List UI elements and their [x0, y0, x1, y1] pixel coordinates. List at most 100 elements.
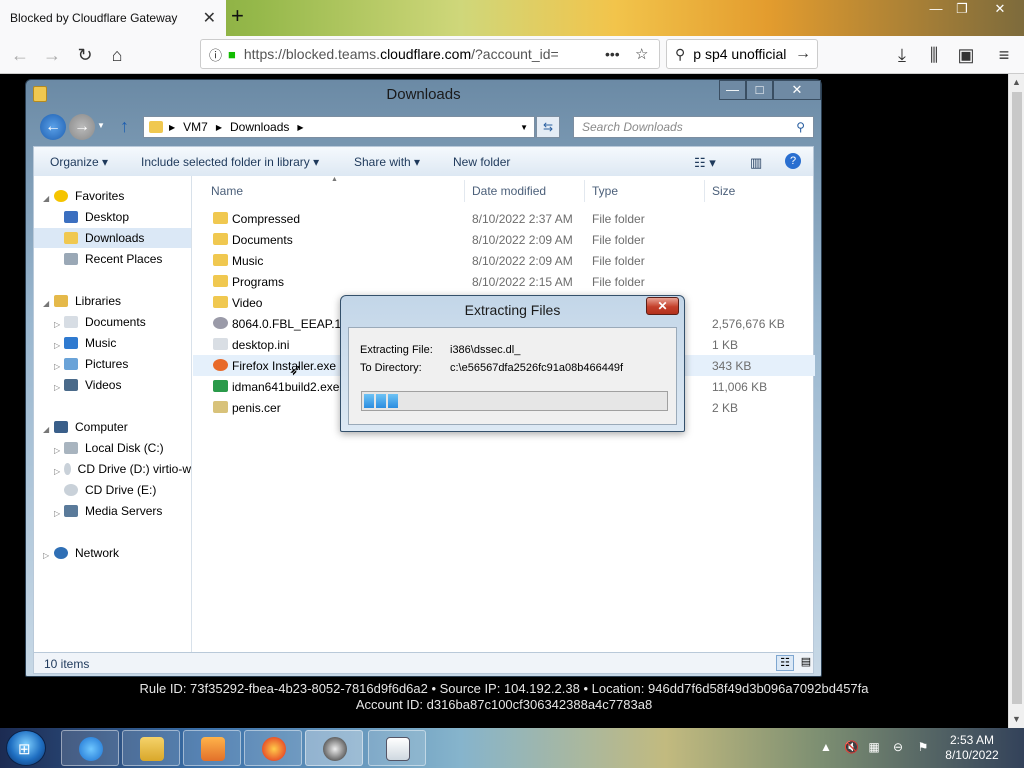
table-row[interactable]: Documents 8/10/2022 2:09 AM File folder	[193, 229, 815, 250]
nav-documents[interactable]: Documents	[64, 312, 146, 332]
expand-videos-icon[interactable]: ▷	[54, 383, 60, 392]
search-go-icon[interactable]: →	[795, 45, 811, 63]
large-icons-view-icon[interactable]: ▤	[798, 655, 814, 671]
recent-pages-chevron-icon[interactable]: ▼	[97, 121, 105, 130]
expand-favorites-icon[interactable]: ◢	[43, 194, 49, 203]
column-header-size[interactable]: Size	[712, 184, 735, 198]
expand-media-servers-icon[interactable]: ▷	[54, 509, 60, 518]
taskbar-extractor[interactable]	[305, 730, 363, 766]
expand-pictures-icon[interactable]: ▷	[54, 362, 60, 371]
column-header-date[interactable]: Date modified	[472, 184, 546, 198]
nav-media-servers[interactable]: Media Servers	[64, 501, 162, 521]
hamburger-icon[interactable]: ≡	[990, 42, 1018, 68]
nav-music[interactable]: Music	[64, 333, 116, 353]
nav-desktop[interactable]: Desktop	[64, 207, 129, 227]
taskbar-internet-explorer[interactable]	[61, 730, 119, 766]
forward-icon[interactable]: →	[38, 42, 66, 68]
new-folder-button[interactable]: New folder	[453, 155, 510, 169]
page-actions-icon[interactable]: •••	[605, 46, 620, 62]
close-window-icon[interactable]: ✕	[773, 80, 821, 100]
dialog-close-icon[interactable]: ✕	[646, 297, 679, 315]
column-separator[interactable]	[704, 180, 705, 202]
breadcrumb-separator-icon[interactable]: ▶	[216, 123, 222, 132]
column-separator[interactable]	[464, 180, 465, 202]
taskbar-explorer[interactable]	[122, 730, 180, 766]
search-downloads-input[interactable]: Search Downloads ⚲	[573, 116, 814, 138]
page-scrollbar[interactable]: ▲ ▼	[1008, 74, 1024, 728]
taskbar-installer[interactable]	[368, 730, 426, 766]
network-tray-icon[interactable]: ▦	[867, 740, 881, 754]
share-with-button[interactable]: Share with ▾	[354, 155, 420, 169]
scroll-up-icon[interactable]: ▲	[1012, 77, 1021, 87]
forward-arrow-icon[interactable]: →	[69, 114, 95, 140]
nav-downloads[interactable]: Downloads	[34, 228, 191, 248]
help-icon[interactable]: ?	[785, 153, 801, 169]
expand-local-disk-icon[interactable]: ▷	[54, 446, 60, 455]
new-tab-icon[interactable]: +	[231, 3, 244, 29]
star-icon[interactable]: ☆	[635, 45, 648, 63]
expand-cd-d-icon[interactable]: ▷	[54, 467, 60, 476]
nav-favorites[interactable]: Favorites	[54, 186, 124, 206]
expand-documents-icon[interactable]: ▷	[54, 320, 60, 329]
nav-network[interactable]: Network	[54, 543, 119, 563]
column-header-type[interactable]: Type	[592, 184, 618, 198]
breadcrumb-separator-icon[interactable]: ▶	[169, 123, 175, 132]
expand-libraries-icon[interactable]: ◢	[43, 299, 49, 308]
nav-cd-drive-e[interactable]: CD Drive (E:)	[64, 480, 156, 500]
nav-videos[interactable]: Videos	[64, 375, 121, 395]
download-icon[interactable]: ⤓	[888, 42, 916, 68]
nav-local-disk[interactable]: Local Disk (C:)	[64, 438, 164, 458]
view-options-icon[interactable]: ☷ ▾	[694, 155, 716, 171]
up-arrow-icon[interactable]: ↑	[120, 116, 129, 137]
address-bar[interactable]: ▶ VM7 ▶ Downloads ▶ ▼	[143, 116, 535, 138]
lock-icon[interactable]: ■	[228, 47, 236, 62]
breadcrumb-separator-icon[interactable]: ▶	[297, 123, 303, 132]
minimize-icon[interactable]: —	[719, 80, 746, 100]
expand-network-icon[interactable]: ▷	[43, 551, 49, 560]
start-button[interactable]: ⊞	[6, 730, 46, 766]
action-center-icon[interactable]: ⚑	[916, 740, 930, 754]
sidebar-icon[interactable]: ▣	[952, 42, 980, 68]
breadcrumb-vm7[interactable]: VM7	[183, 120, 208, 134]
address-dropdown-icon[interactable]: ▼	[520, 123, 528, 132]
close-browser-icon[interactable]: ✕	[984, 1, 1016, 19]
nav-pictures[interactable]: Pictures	[64, 354, 128, 374]
reload-icon[interactable]: ↻	[71, 42, 99, 68]
scroll-down-icon[interactable]: ▼	[1012, 714, 1021, 724]
search-bar[interactable]: ⚲ p sp4 unofficial →	[666, 39, 818, 69]
column-header-name[interactable]: Name	[211, 184, 243, 198]
nav-recent-places[interactable]: Recent Places	[64, 249, 162, 269]
library-icon[interactable]: ⫼	[920, 42, 948, 68]
home-icon[interactable]: ⌂	[103, 42, 131, 68]
table-row[interactable]: Music 8/10/2022 2:09 AM File folder	[193, 250, 815, 271]
back-arrow-icon[interactable]: ←	[40, 114, 66, 140]
volume-muted-icon[interactable]: 🔇	[844, 740, 859, 754]
organize-button[interactable]: Organize ▾	[50, 155, 108, 169]
table-row[interactable]: Programs 8/10/2022 2:15 AM File folder	[193, 271, 815, 292]
nav-cd-drive-d[interactable]: CD Drive (D:) virtio-w	[64, 459, 191, 479]
expand-music-icon[interactable]: ▷	[54, 341, 60, 350]
column-separator[interactable]	[584, 180, 585, 202]
show-hidden-icons-icon[interactable]: ▲	[819, 740, 833, 754]
url-bar[interactable]: ⓘ ■ https://blocked.teams. cloudflare.com…	[200, 39, 660, 69]
nav-libraries[interactable]: Libraries	[54, 291, 121, 311]
details-view-icon[interactable]: ☷	[776, 655, 794, 671]
restore-browser-icon[interactable]: ❐	[946, 1, 978, 19]
taskbar-firefox[interactable]	[244, 730, 302, 766]
scrollbar-thumb[interactable]	[1012, 92, 1022, 704]
clock[interactable]: 2:53 AM 8/10/2022	[940, 733, 1004, 763]
expand-computer-icon[interactable]: ◢	[43, 425, 49, 434]
info-icon[interactable]: ⓘ	[209, 45, 222, 64]
breadcrumb-downloads[interactable]: Downloads	[230, 120, 289, 134]
close-tab-icon[interactable]: ✕	[203, 8, 216, 28]
power-icon[interactable]: ⊖	[891, 740, 905, 754]
taskbar-media-player[interactable]	[183, 730, 241, 766]
browser-tab[interactable]: Blocked by Cloudflare Gateway ✕	[0, 0, 226, 36]
nav-computer[interactable]: Computer	[54, 417, 128, 437]
include-in-library-button[interactable]: Include selected folder in library ▾	[141, 155, 319, 169]
maximize-icon[interactable]: □	[746, 80, 773, 100]
table-row[interactable]: Compressed 8/10/2022 2:37 AM File folder	[193, 208, 815, 229]
back-icon[interactable]: ←	[6, 42, 34, 68]
refresh-icon[interactable]: ⇆	[536, 116, 560, 138]
preview-pane-icon[interactable]: ▥	[750, 155, 762, 171]
